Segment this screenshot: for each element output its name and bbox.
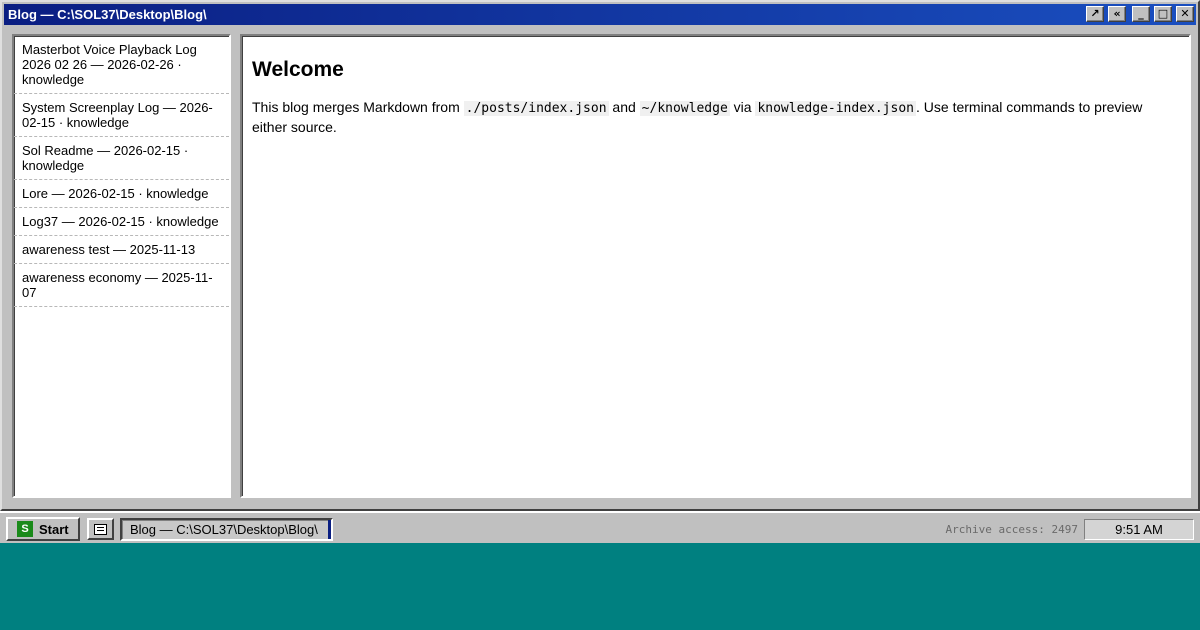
collapse-icon[interactable]: « [1108, 6, 1126, 22]
window-list-icon [94, 523, 107, 535]
page-title: Welcome [252, 58, 344, 81]
list-item[interactable]: Log37 — 2026-02-15 · knowledge [14, 208, 229, 236]
list-item[interactable]: Masterbot Voice Playback Log 2026 02 26 … [14, 36, 229, 94]
start-logo-icon: S [17, 521, 33, 537]
intro-text-2: and [608, 99, 640, 115]
post-list: Masterbot Voice Playback Log 2026 02 26 … [12, 34, 231, 498]
window-title: Blog — C:\SOL37\Desktop\Blog\ [8, 7, 207, 22]
posts-index-path: ./posts/index.json [463, 101, 609, 116]
list-item[interactable]: Lore — 2026-02-15 · knowledge [14, 180, 229, 208]
archive-access-status: Archive access: 2497 [945, 523, 1078, 536]
knowledge-index-path: knowledge-index.json [755, 101, 916, 116]
close-button[interactable]: ✕ [1176, 6, 1194, 22]
quick-launch-button[interactable] [87, 518, 114, 540]
pin-icon[interactable]: ↗ [1086, 6, 1104, 22]
blog-window: Blog — C:\SOL37\Desktop\Blog\ ↗ « _ □ ✕ … [0, 0, 1200, 511]
clock: 9:51 AM [1084, 519, 1194, 540]
list-item[interactable]: System Screenplay Log — 2026-02-15 · kno… [14, 94, 229, 137]
maximize-button[interactable]: □ [1154, 6, 1172, 22]
intro-text-1: This blog merges Markdown from [252, 99, 464, 115]
list-item[interactable]: Sol Readme — 2026-02-15 · knowledge [14, 137, 229, 180]
content-pane: Welcome This blog merges Markdown from .… [240, 34, 1191, 498]
intro-text-3: via [729, 99, 756, 115]
taskbar: S Start Blog — C:\SOL37\Desktop\Blog\ Ar… [0, 511, 1200, 543]
start-label: Start [39, 521, 69, 537]
intro-paragraph: This blog merges Markdown from ./posts/i… [252, 98, 1179, 137]
minimize-button[interactable]: _ [1132, 6, 1150, 22]
title-bar-buttons: ↗ « _ □ ✕ [1082, 6, 1194, 22]
knowledge-path: ~/knowledge [639, 101, 730, 116]
title-bar[interactable]: Blog — C:\SOL37\Desktop\Blog\ ↗ « _ □ ✕ [4, 4, 1196, 25]
list-item[interactable]: awareness test — 2025-11-13 [14, 236, 229, 264]
list-item[interactable]: awareness economy — 2025-11-07 [14, 264, 229, 307]
taskbar-window-button[interactable]: Blog — C:\SOL37\Desktop\Blog\ [120, 518, 333, 541]
start-button[interactable]: S Start [6, 517, 80, 541]
